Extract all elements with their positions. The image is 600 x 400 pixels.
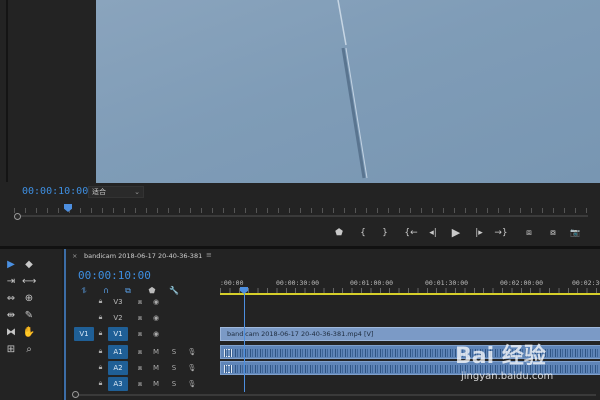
fit-select-label: 适合 [92,188,106,196]
source-patch-v1[interactable]: V1 [74,327,94,341]
ruler-label: 00:00:30:00 [276,279,320,287]
zoom-fit-select[interactable]: 适合 ⌄ [88,186,144,198]
monitor-zoom-scrollbar[interactable] [14,213,594,220]
mark-out-icon[interactable]: } [378,227,392,239]
tools-panel: ▶ ◆ ⇥ ⟷ ⇔ ⊕ ⇹ ✎ ⧓ ✋ ⊞ ⌕ [0,249,62,400]
track-select-tool-icon[interactable]: ◆ [22,258,36,272]
solo-button[interactable]: S [168,345,180,359]
timeline-ruler[interactable]: :00:00 00:00:30:00 00:01:00:00 00:01:30:… [220,275,600,295]
track-header: 🔒︎ A1 ⧈ M S 🎙︎ [66,344,220,360]
hand-tool-icon[interactable]: ✋ [22,326,36,340]
slip-tool-icon[interactable]: ⊕ [22,292,36,306]
zoom-tool-icon[interactable]: ⌕ [22,343,36,357]
extract-icon[interactable]: ⧇ [546,227,560,239]
video-content-image [337,0,368,179]
track-target-a3[interactable]: A3 [108,377,128,391]
watermark-brand: Bai 经验 [455,344,546,369]
lock-icon[interactable]: 🔒︎ [96,296,105,307]
ruler-label: 00:02:30 [572,279,600,287]
rolling-edit-tool-icon[interactable]: ⇔ [4,292,18,306]
clip-label: bandicam 2018-06-17 20-40-36-381.mp4 [V] [227,330,374,338]
close-icon[interactable]: × [72,252,77,260]
sync-lock-icon[interactable]: ⧈ [134,361,146,375]
track-header: V1 🔒︎ V1 ⧈ ◉ [66,326,220,342]
track-v2: 🔒︎ V2 ⧈ ◉ [66,310,600,326]
timeline-tab-bar: × bandicam 2018-06-17 20-40-36-381 ≡ [66,249,600,263]
ripple-edit-tool-icon[interactable]: ⇥ [4,275,18,289]
panel-divider [6,0,8,182]
timeline-zoom-scrollbar[interactable] [66,390,600,400]
ruler-label: :00:00 [220,279,244,287]
sync-lock-icon[interactable]: ⧈ [134,311,146,325]
chevron-down-icon: ⌄ [134,188,140,196]
lock-icon[interactable]: 🔒︎ [96,328,105,339]
track-target-a2[interactable]: A2 [108,361,128,375]
eye-icon[interactable]: ◉ [150,327,162,341]
play-icon[interactable]: ▶ [449,227,463,239]
sync-lock-icon[interactable]: ⧈ [134,295,146,309]
program-video-frame[interactable] [96,0,600,183]
sync-lock-icon[interactable]: ⧈ [134,327,146,341]
scrollbar-track [20,215,588,217]
rate-stretch-tool-icon[interactable]: ⟷ [22,275,36,289]
pen-tool-icon[interactable]: ✎ [22,309,36,323]
lift-icon[interactable]: ⧈ [522,227,536,239]
mark-in-icon[interactable]: { [356,227,370,239]
track-header: 🔒︎ V3 ⧈ ◉ [66,294,220,310]
mute-button[interactable]: M [150,377,162,391]
track-target-v1[interactable]: V1 [108,327,128,341]
lock-icon[interactable]: 🔒︎ [96,362,105,373]
go-to-in-icon[interactable]: {← [404,227,418,239]
step-back-icon[interactable]: ◂| [426,227,440,239]
type-tool-icon[interactable]: ⊞ [4,343,18,357]
scrollbar-handle[interactable] [14,213,21,220]
step-forward-icon[interactable]: |▸ [472,227,486,239]
track-header: 🔒︎ A2 ⧈ M S 🎙︎ [66,360,220,376]
baidu-watermark: Bai 经验 jingyan.baidu.com [455,338,595,388]
sequence-timecode[interactable]: 00:00:10:00 [78,269,151,282]
track-header: 🔒︎ V2 ⧈ ◉ [66,310,220,326]
solo-button[interactable]: S [168,377,180,391]
mute-button[interactable]: M [150,361,162,375]
sync-lock-icon[interactable]: ⧈ [134,345,146,359]
monitor-side-area [0,0,96,182]
program-monitor-panel: 00:00:10:00 适合 ⌄ ⬟ { } {← ◂| ▶ |▸ →} ⧈ ⧇… [0,0,600,246]
selection-tool-icon[interactable]: ▶ [4,258,18,272]
ruler-label: 00:02:00:00 [500,279,544,287]
watermark-url: jingyan.baidu.com [461,371,554,382]
eye-icon[interactable]: ◉ [150,295,162,309]
sync-lock-icon[interactable]: ⧈ [134,377,146,391]
track-v3: 🔒︎ V3 ⧈ ◉ [66,294,600,310]
sequence-tab[interactable]: bandicam 2018-06-17 20-40-36-381 [84,252,202,260]
marker-icon[interactable]: ⬟ [332,227,346,239]
track-target-v3[interactable]: V3 [108,295,128,309]
scrollbar-handle[interactable] [72,391,79,398]
go-to-out-icon[interactable]: →} [494,227,508,239]
mute-button[interactable]: M [150,345,162,359]
program-timecode[interactable]: 00:00:10:00 [22,186,88,197]
playhead-line [243,294,245,392]
lock-icon[interactable]: 🔒︎ [96,312,105,323]
track-target-a1[interactable]: A1 [108,345,128,359]
scrollbar-track [76,394,596,396]
ruler-label: 00:01:30:00 [425,279,469,287]
panel-menu-icon[interactable]: ≡ [206,251,212,259]
slide-tool-icon[interactable]: ⇹ [4,309,18,323]
lock-icon[interactable]: 🔒︎ [96,346,105,357]
eye-icon[interactable]: ◉ [150,311,162,325]
razor-tool-icon[interactable]: ⧓ [4,326,18,340]
microphone-icon[interactable]: 🎙︎ [186,361,198,375]
microphone-icon[interactable]: 🎙︎ [186,377,198,391]
camera-icon[interactable]: 📷 [568,227,582,239]
lock-icon[interactable]: 🔒︎ [96,378,105,389]
microphone-icon[interactable]: 🎙︎ [186,345,198,359]
solo-button[interactable]: S [168,361,180,375]
ruler-label: 00:01:00:00 [350,279,394,287]
track-target-v2[interactable]: V2 [108,311,128,325]
